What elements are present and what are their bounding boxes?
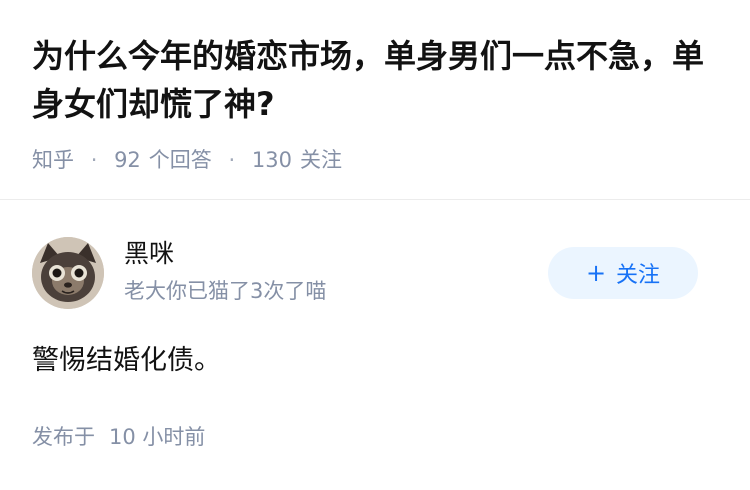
question-header: 为什么今年的婚恋市场，单身男们一点不急，单身女们却慌了神? 知乎 · 92 个回答… (0, 0, 750, 200)
answers-count: 92 (114, 148, 141, 172)
answers-label: 个回答 (148, 148, 212, 172)
question-meta: 知乎 · 92 个回答 · 130 关注 (32, 144, 342, 176)
source-label[interactable]: 知乎 (32, 148, 74, 172)
follow-button[interactable]: + 关注 (548, 247, 698, 299)
answer-card: 黑咪 老大你已猫了3次了喵 + 关注 警惕结婚化债。 发布于 10 小时前 (0, 201, 750, 490)
separator-dot: · (90, 148, 98, 172)
cat-avatar-icon[interactable] (32, 237, 104, 309)
publish-time-value: 10 小时前 (109, 425, 206, 449)
followers-count: 130 (251, 148, 292, 172)
answer-content[interactable]: 警惕结婚化债。 (32, 341, 221, 381)
followers-label: 关注 (299, 148, 342, 172)
separator-dot: · (228, 148, 236, 172)
author-name[interactable]: 黑咪 (124, 237, 174, 271)
publish-label: 发布于 (32, 425, 95, 449)
plus-icon: + (585, 259, 607, 287)
follow-button-label: 关注 (616, 263, 661, 288)
question-title[interactable]: 为什么今年的婚恋市场，单身男们一点不急，单身女们却慌了神? (32, 32, 712, 128)
publish-time: 发布于 10 小时前 (32, 421, 205, 453)
author-bio: 老大你已猫了3次了喵 (124, 279, 327, 303)
zhihu-page: 为什么今年的婚恋市场，单身男们一点不急，单身女们却慌了神? 知乎 · 92 个回答… (0, 0, 750, 490)
